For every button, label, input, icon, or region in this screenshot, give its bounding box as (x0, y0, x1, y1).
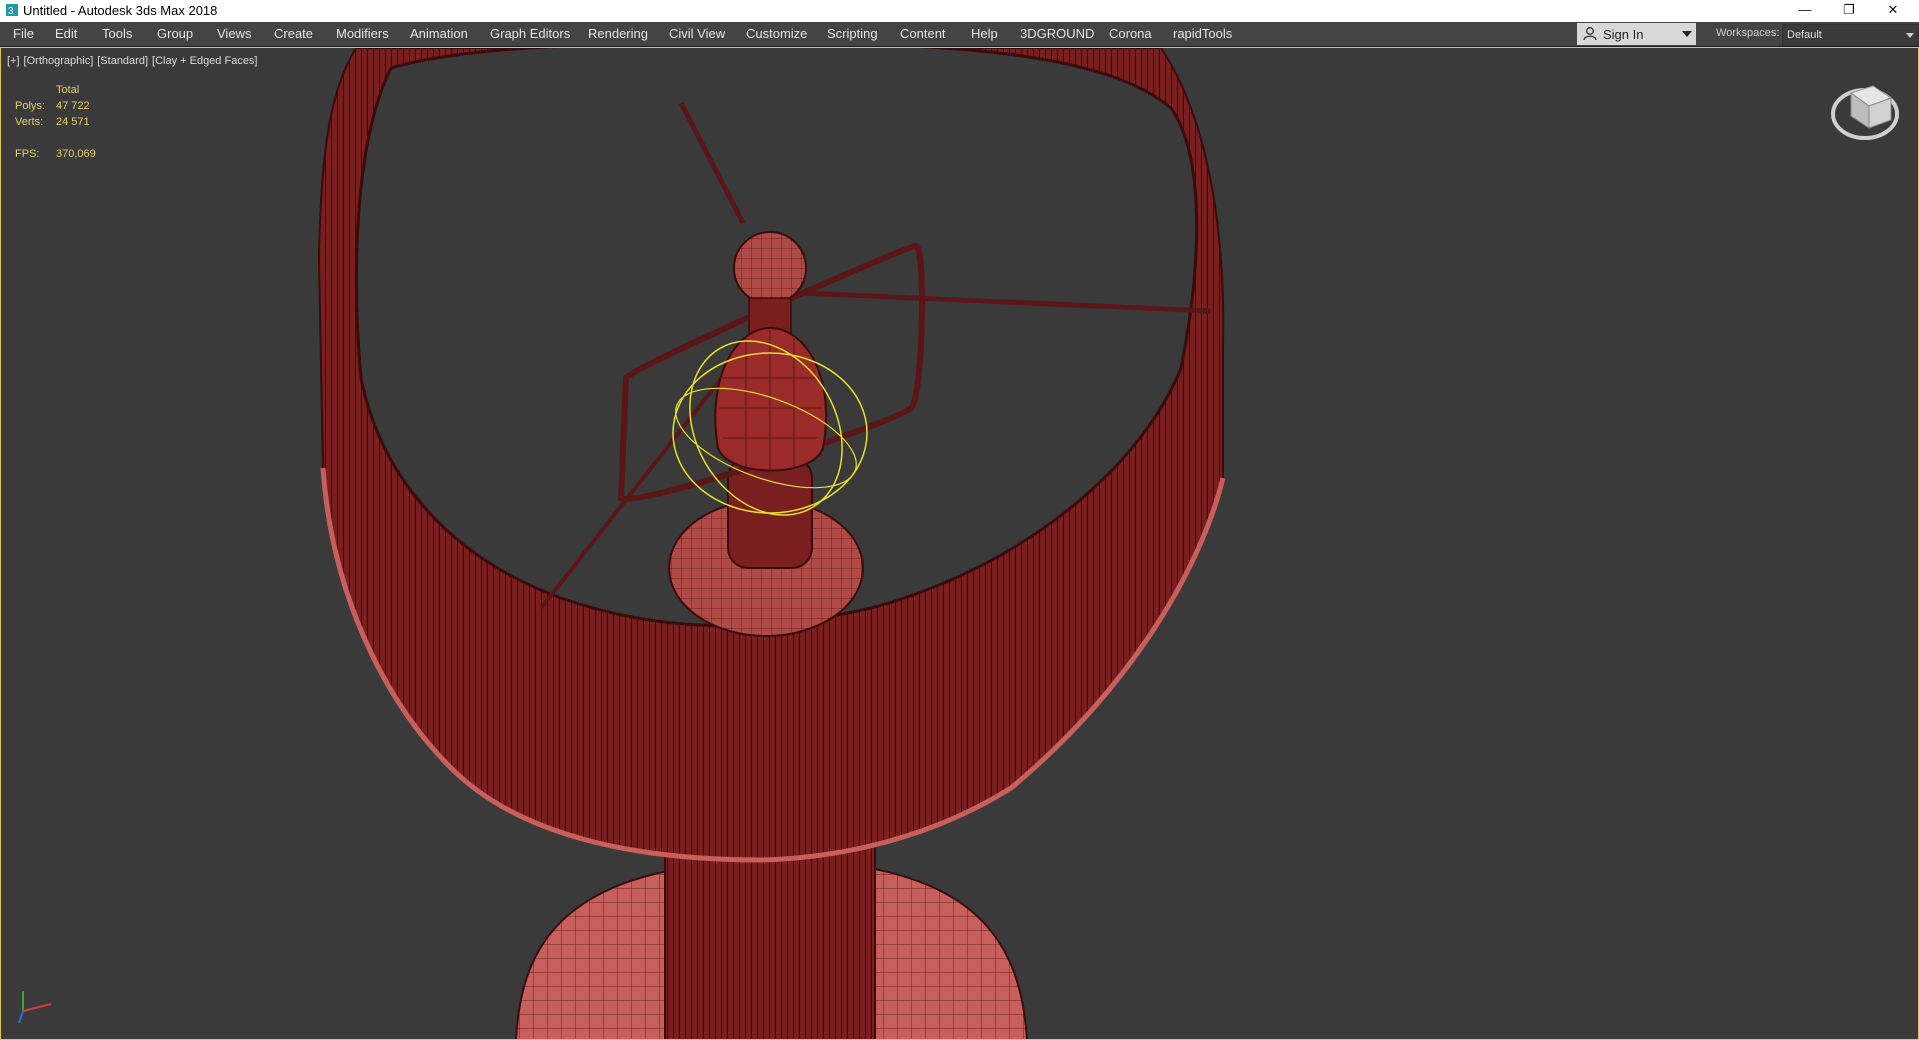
menu-help[interactable]: Help (971, 26, 998, 42)
axis-tripod-icon (18, 991, 52, 1024)
menu-content[interactable]: Content (900, 26, 946, 42)
workspaces-label: Workspaces: (1716, 27, 1780, 39)
viewcube-icon (1831, 85, 1899, 140)
menu-modifiers[interactable]: Modifiers (336, 26, 389, 42)
close-button[interactable]: ✕ (1871, 0, 1915, 22)
stats-verts-value: 24 571 (56, 116, 90, 128)
menu-file[interactable]: File (13, 26, 34, 42)
stats-verts-label: Verts: (15, 116, 44, 128)
menu-corona[interactable]: Corona (1109, 26, 1152, 42)
menu-civil-view[interactable]: Civil View (669, 26, 725, 42)
svg-text:3: 3 (8, 6, 14, 17)
menu-create[interactable]: Create (274, 26, 313, 42)
viewport-pov-label[interactable]: [Orthographic] (24, 55, 94, 67)
menu-customize[interactable]: Customize (746, 26, 807, 42)
viewport-display-mode-label[interactable]: [Clay + Edged Faces] (152, 55, 257, 67)
menu-group[interactable]: Group (157, 26, 193, 42)
3ds-max-logo-icon: 3 (6, 4, 18, 17)
chevron-down-icon (1682, 31, 1692, 37)
chevron-down-icon (1906, 33, 1914, 38)
menu-3dground[interactable]: 3DGROUND (1020, 26, 1094, 42)
perspective-viewport[interactable]: [+] [Orthographic] [Standard] [Clay + Edged… (0, 47, 1919, 1040)
restore-button[interactable]: ❐ (1827, 0, 1871, 22)
menu-rendering[interactable]: Rendering (588, 26, 648, 42)
scene-render (18, 48, 1899, 1039)
title-bar: 3 Untitled - Autodesk 3ds Max 2018 — ❐ ✕ (0, 0, 1919, 22)
user-icon (1583, 27, 1597, 41)
window-title: Untitled - Autodesk 3ds Max 2018 (23, 3, 218, 18)
sign-in-button[interactable]: Sign In (1577, 23, 1696, 45)
sign-in-label: Sign In (1603, 27, 1644, 42)
menu-graph-editors[interactable]: Graph Editors (490, 26, 570, 42)
finial-ball (733, 231, 807, 305)
stats-polys-value: 47 722 (56, 100, 90, 112)
menu-animation[interactable]: Animation (410, 26, 468, 42)
menu-edit[interactable]: Edit (55, 26, 77, 42)
menu-bar: File Edit Tools Group Views Create Modif… (0, 22, 1919, 48)
menu-tools[interactable]: Tools (102, 26, 132, 42)
menu-views[interactable]: Views (217, 26, 251, 42)
menu-scripting[interactable]: Scripting (827, 26, 878, 42)
viewport-label-menu[interactable]: [+] [Orthographic] [Standard] [Clay + Edged… (7, 55, 262, 67)
viewport-plus-menu[interactable]: [+] (7, 55, 20, 67)
viewport-shading-label[interactable]: [Standard] (97, 55, 148, 67)
minimize-button[interactable]: — (1783, 0, 1827, 22)
workspaces-dropdown[interactable]: Default (1782, 24, 1919, 46)
workspace-value: Default (1787, 29, 1822, 41)
menu-rapidtools[interactable]: rapidTools (1173, 26, 1232, 42)
stats-polys-label: Polys: (15, 100, 45, 112)
stats-fps-label: FPS: (15, 148, 40, 160)
stats-fps-value: 370,069 (56, 148, 96, 160)
stats-total-header: Total (56, 84, 80, 96)
